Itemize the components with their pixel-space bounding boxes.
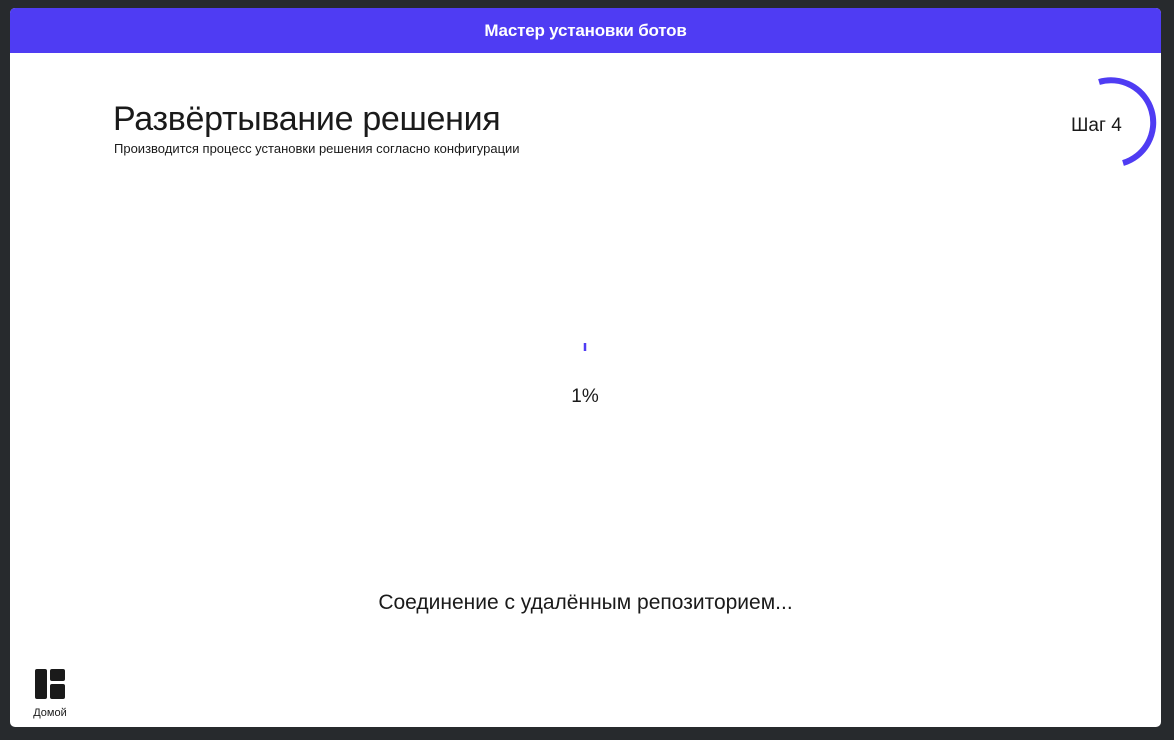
progress-indicator: 1% (535, 331, 635, 411)
main-content: Развёртывание решения Производится проце… (10, 53, 1161, 727)
progress-ring (583, 343, 587, 351)
progress-percent: 1% (571, 386, 599, 407)
step-label: Шаг 4 (1071, 115, 1122, 136)
window-titlebar: Мастер установки ботов (10, 8, 1161, 53)
step-indicator: Шаг 4 (1040, 63, 1160, 173)
installer-window: Мастер установки ботов Развёртывание реш… (10, 8, 1161, 727)
home-label: Домой (33, 707, 67, 719)
page-title: Развёртывание решения (113, 100, 501, 138)
page-subtitle: Производится процесс установки решения с… (114, 141, 520, 156)
home-button[interactable]: Домой (24, 667, 76, 725)
dashboard-icon (35, 669, 65, 699)
status-message: Соединение с удалённым репозиторием... (378, 591, 793, 614)
window-title: Мастер установки ботов (484, 20, 687, 40)
